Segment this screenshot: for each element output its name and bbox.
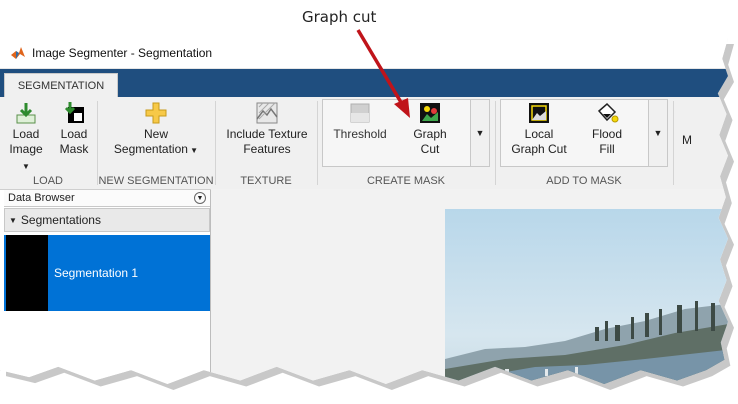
annotation-arrow-icon [356,29,410,118]
